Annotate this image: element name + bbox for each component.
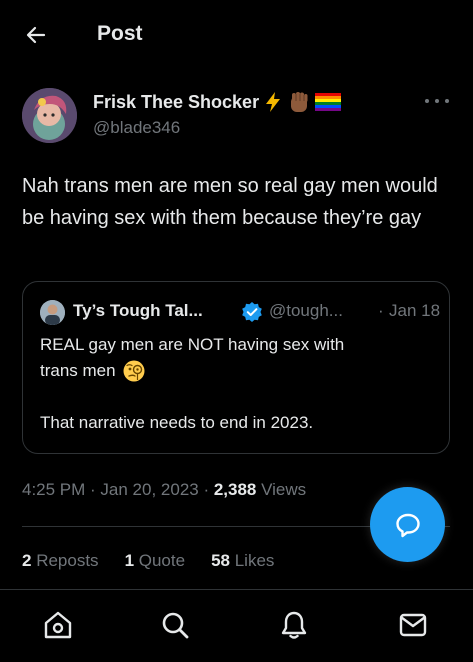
verified-badge-icon (241, 301, 263, 323)
search-icon (162, 612, 189, 639)
quote-text-line: That narrative needs to end in 2023. (40, 413, 314, 432)
engagement-stats: 2 Reposts 1 Quote 58 Likes (22, 551, 274, 571)
reply-fab-button[interactable] (370, 487, 445, 562)
messages-icon (399, 613, 427, 637)
more-dot-icon (435, 99, 439, 103)
post-date[interactable]: Jan 20, 2023 (100, 480, 198, 499)
post-meta: 4:25 PM · Jan 20, 2023 · 2,388 Views (22, 480, 306, 500)
home-icon (44, 611, 72, 639)
rainbow-flag-emoji (315, 92, 342, 112)
nav-notifications[interactable] (277, 608, 311, 642)
reposts-stat[interactable]: 2 Reposts (22, 551, 99, 571)
author-handle[interactable]: @blade346 (93, 118, 180, 138)
likes-stat[interactable]: 58 Likes (211, 551, 274, 571)
views-label: Views (256, 480, 307, 499)
quote-text-line: REAL gay men are NOT having sex with (40, 335, 345, 354)
raised-fist-emoji (287, 90, 311, 114)
notifications-icon (281, 611, 307, 639)
likes-count: 58 (211, 551, 230, 570)
nav-messages[interactable] (396, 608, 430, 642)
quotes-count: 1 (124, 551, 135, 570)
quote-avatar[interactable] (40, 300, 65, 325)
quote-author-handle: @tough... (269, 301, 343, 320)
nav-search[interactable] (158, 608, 192, 642)
page-title: Post (97, 22, 143, 45)
quote-text-line: trans men (40, 358, 146, 384)
meta-separator: · (198, 480, 214, 499)
quote-text-fragment: trans men (40, 361, 116, 380)
quote-date: Jan 18 (389, 301, 441, 320)
post-time[interactable]: 4:25 PM (22, 480, 85, 499)
quote-author-name: Ty’s Tough Tal... (73, 301, 203, 320)
quoted-post-card[interactable]: Ty’s Tough Tal... @tough... · Jan 18 REA… (22, 281, 450, 454)
top-bar: Post (0, 0, 473, 70)
reply-bubble-icon (395, 513, 420, 537)
more-options-button[interactable] (425, 94, 449, 108)
nav-home[interactable] (41, 608, 75, 642)
arrow-left-icon (26, 26, 46, 44)
more-dot-icon (425, 99, 429, 103)
views-count: 2,388 (213, 480, 257, 499)
reposts-label: Reposts (31, 551, 99, 570)
face-with-monocle-emoji (122, 359, 146, 383)
post-text: Nah trans men are men so real gay men wo… (22, 175, 438, 229)
likes-label: Likes (230, 551, 275, 570)
more-dot-icon (445, 99, 449, 103)
avatar[interactable] (22, 88, 77, 143)
bottom-nav (0, 589, 473, 662)
lightning-emoji (263, 91, 283, 113)
back-button[interactable] (20, 21, 52, 49)
author-name[interactable]: Frisk Thee Shocker (93, 92, 259, 113)
quotes-label: Quote (134, 551, 186, 570)
quotes-stat[interactable]: 1 Quote (125, 551, 186, 571)
meta-separator: · (85, 480, 101, 499)
author-row: Frisk Thee Shocker (93, 90, 342, 114)
quote-separator: · (378, 301, 384, 320)
